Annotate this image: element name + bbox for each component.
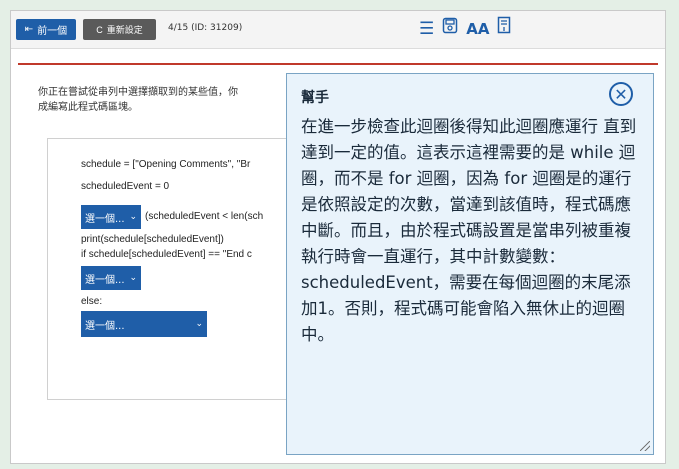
- dropdown-if-body-label: 選一個...: [85, 274, 125, 286]
- question-text: 你正在嘗試從串列中選擇擷取到的某些值，你 成編寫此程式碼區塊。: [38, 87, 238, 113]
- reset-button[interactable]: C 重新設定: [83, 19, 156, 40]
- chevron-down-icon: ⌄: [129, 212, 137, 222]
- reset-label: 重新設定: [106, 25, 143, 35]
- previous-label: 前一個: [37, 26, 68, 37]
- save-icon[interactable]: [442, 16, 458, 42]
- progress-divider: [18, 63, 658, 65]
- code-line-print: print(schedule[scheduledEvent]): [81, 234, 224, 245]
- dropdown-else-body-label: 選一個...: [85, 320, 125, 332]
- progress-indicator: 4/15 (ID: 31209): [168, 23, 243, 33]
- helper-panel: 幫手 ✕ 在進一步檢查此迴圈後得知此迴圈應運行 直到達到一定的值。這表示這裡需要…: [286, 73, 654, 455]
- refresh-icon: C: [96, 24, 103, 35]
- dropdown-loop-type[interactable]: 選一個... ⌄: [81, 205, 141, 229]
- helper-title: 幫手: [301, 90, 329, 106]
- tool-icons: ☰ AA: [419, 16, 511, 42]
- code-line-if: if schedule[scheduledEvent] == "End c: [81, 249, 252, 260]
- close-icon[interactable]: ✕: [609, 82, 633, 106]
- toolbar: ⇤ 前一個 C 重新設定 4/15 (ID: 31209) ☰ AA: [11, 11, 665, 49]
- text-size-icon[interactable]: AA: [466, 16, 489, 42]
- helper-text: 在進一步檢查此迴圈後得知此迴圈應運行 直到達到一定的值。這表示這裡需要的是 wh…: [301, 117, 637, 344]
- resize-grip-icon[interactable]: [640, 441, 650, 451]
- code-line-scheduled-event: scheduledEvent = 0: [81, 181, 170, 192]
- chevron-down-icon: ⌄: [195, 319, 203, 329]
- reader-icon[interactable]: [497, 16, 511, 42]
- dropdown-loop-type-label: 選一個...: [85, 213, 125, 225]
- chevron-down-icon: ⌄: [129, 273, 137, 283]
- code-line-schedule: schedule = ["Opening Comments", "Br: [81, 159, 251, 170]
- arrow-left-icon: ⇤: [24, 24, 34, 35]
- code-line-condition: (scheduledEvent < len(sch: [145, 211, 264, 222]
- list-icon[interactable]: ☰: [419, 16, 434, 42]
- code-line-else: else:: [81, 296, 103, 307]
- previous-button[interactable]: ⇤ 前一個: [16, 19, 76, 40]
- dropdown-else-body[interactable]: 選一個... ⌄: [81, 311, 207, 337]
- dropdown-if-body[interactable]: 選一個... ⌄: [81, 266, 141, 290]
